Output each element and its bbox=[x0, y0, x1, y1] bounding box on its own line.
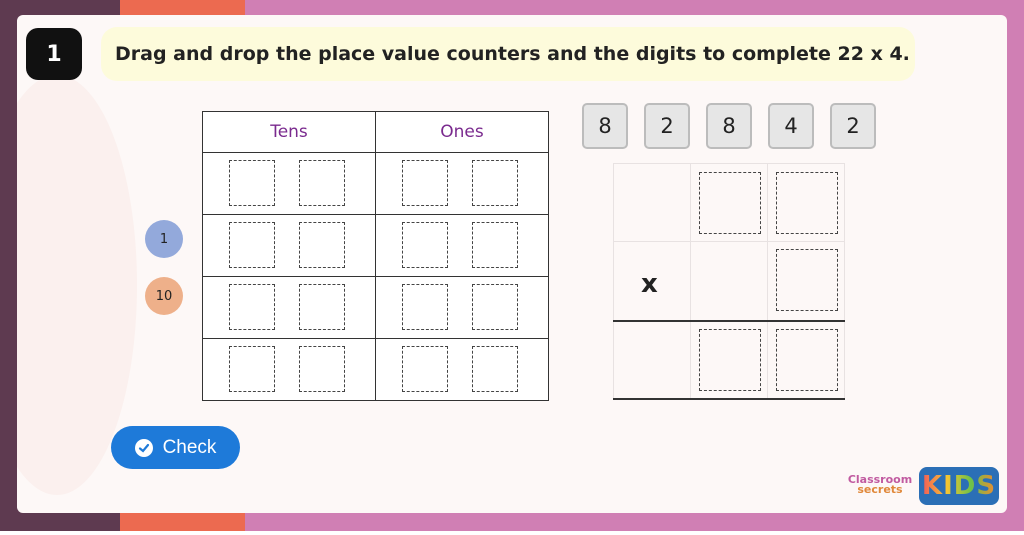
digit-drop-slot[interactable] bbox=[776, 249, 838, 311]
drop-slot[interactable] bbox=[229, 346, 275, 392]
digit-drop-slot[interactable] bbox=[699, 172, 761, 234]
drop-slot[interactable] bbox=[402, 284, 448, 330]
activity-panel: 1 Drag and drop the place value counters… bbox=[17, 15, 1007, 513]
digit-card[interactable]: 2 bbox=[644, 103, 690, 149]
check-button[interactable]: Check bbox=[111, 426, 240, 469]
ones-cell bbox=[375, 338, 549, 401]
drop-slot[interactable] bbox=[229, 222, 275, 268]
drop-slot[interactable] bbox=[472, 284, 518, 330]
tens-cell bbox=[202, 276, 376, 339]
grid-line bbox=[613, 163, 845, 164]
grid-line bbox=[690, 163, 691, 400]
drop-slot[interactable] bbox=[402, 346, 448, 392]
place-value-table: Tens Ones bbox=[202, 111, 549, 401]
logo-line2: secrets bbox=[857, 483, 903, 496]
check-button-label: Check bbox=[162, 436, 217, 458]
header-ones: Ones bbox=[375, 111, 549, 153]
grid-line bbox=[767, 163, 768, 400]
tens-cell bbox=[202, 338, 376, 401]
digit-drop-slot[interactable] bbox=[776, 329, 838, 391]
drop-slot[interactable] bbox=[472, 222, 518, 268]
tens-cell bbox=[202, 152, 376, 215]
counter-one[interactable]: 1 bbox=[145, 220, 183, 258]
drop-slot[interactable] bbox=[299, 160, 345, 206]
multiplication-grid: x bbox=[613, 163, 845, 400]
drop-slot[interactable] bbox=[299, 284, 345, 330]
logo-kids: KIDS bbox=[919, 467, 999, 505]
grid-line bbox=[613, 241, 845, 242]
counter-ten[interactable]: 10 bbox=[145, 277, 183, 315]
answer-line bbox=[613, 320, 845, 322]
ones-cell bbox=[375, 214, 549, 277]
grid-line bbox=[844, 163, 845, 400]
grid-line bbox=[613, 163, 614, 400]
drop-slot[interactable] bbox=[402, 222, 448, 268]
ones-cell bbox=[375, 152, 549, 215]
digit-drop-slot[interactable] bbox=[699, 329, 761, 391]
ones-cell bbox=[375, 276, 549, 339]
checkmark-icon bbox=[134, 438, 153, 457]
header-tens: Tens bbox=[202, 111, 376, 153]
digit-card[interactable]: 4 bbox=[768, 103, 814, 149]
question-number: 1 bbox=[26, 28, 82, 80]
question-text: Drag and drop the place value counters a… bbox=[115, 43, 910, 65]
question-text-box: Drag and drop the place value counters a… bbox=[101, 27, 915, 81]
digit-drop-slot[interactable] bbox=[776, 172, 838, 234]
logo-kids-text: KIDS bbox=[921, 471, 997, 501]
multiply-sign: x bbox=[641, 269, 658, 299]
drop-slot[interactable] bbox=[402, 160, 448, 206]
digit-card[interactable]: 8 bbox=[706, 103, 752, 149]
drop-slot[interactable] bbox=[472, 346, 518, 392]
drop-slot[interactable] bbox=[229, 160, 275, 206]
drop-slot[interactable] bbox=[472, 160, 518, 206]
bottom-line bbox=[613, 398, 845, 400]
digit-card[interactable]: 8 bbox=[582, 103, 628, 149]
digit-card[interactable]: 2 bbox=[830, 103, 876, 149]
drop-slot[interactable] bbox=[229, 284, 275, 330]
classroom-secrets-kids-logo: Classroom secrets KIDS bbox=[843, 467, 1001, 505]
tens-cell bbox=[202, 214, 376, 277]
drop-slot[interactable] bbox=[299, 222, 345, 268]
background-bottom-edge bbox=[0, 531, 1024, 535]
drop-slot[interactable] bbox=[299, 346, 345, 392]
